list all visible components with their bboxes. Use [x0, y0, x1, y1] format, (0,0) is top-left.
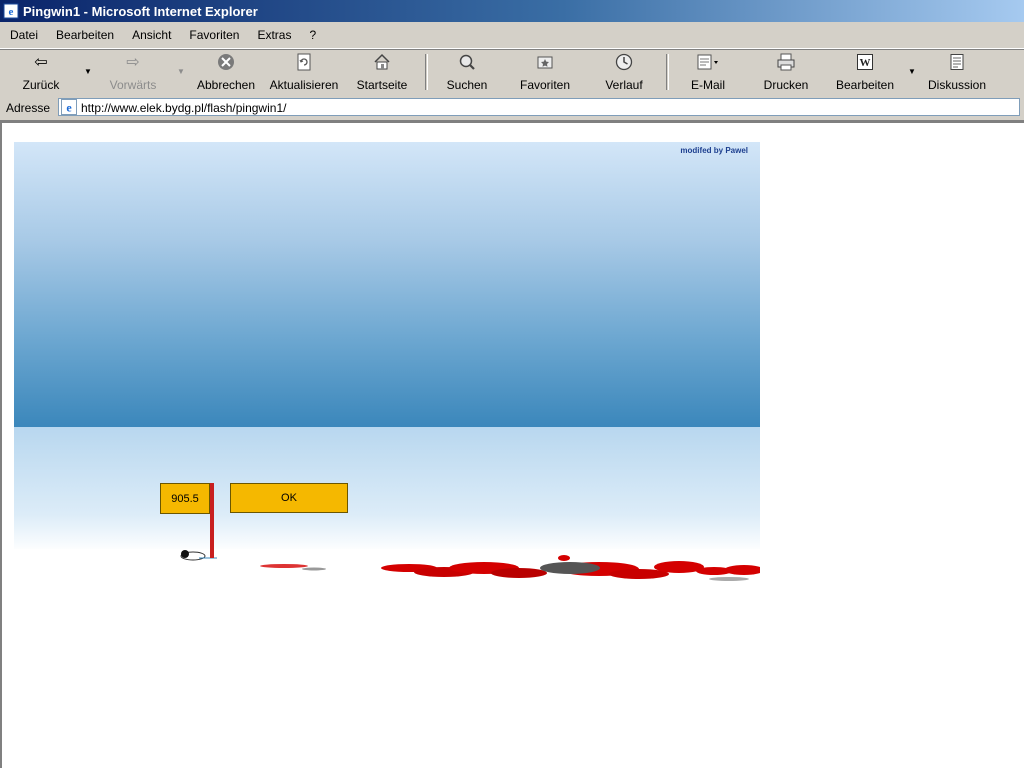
internet-explorer-icon: e — [3, 3, 19, 19]
forward-arrow-icon: ⇨ — [126, 54, 140, 71]
distance-display: 905.5 — [160, 483, 210, 514]
address-label: Adresse — [6, 101, 51, 115]
back-arrow-icon: ⇦ — [34, 54, 48, 71]
menu-bar: Datei Bearbeiten Ansicht Favoriten Extra… — [0, 22, 1024, 49]
discuss-button[interactable]: Diskussion — [924, 53, 990, 93]
game-ice — [14, 427, 760, 552]
toolbar-separator — [666, 54, 669, 90]
credit-text: modifed by Pawel — [680, 146, 748, 155]
search-icon — [440, 53, 494, 73]
edit-button[interactable]: W Bearbeiten — [832, 53, 898, 93]
window-title: Pingwin1 - Microsoft Internet Explorer — [23, 3, 258, 19]
history-icon — [598, 53, 650, 73]
back-button[interactable]: ⇦ Zurück — [14, 53, 68, 93]
svg-text:e: e — [66, 101, 72, 115]
mail-button[interactable]: E-Mail — [684, 53, 732, 93]
discussion-icon — [924, 53, 990, 73]
forward-button[interactable]: ⇨ Vorwärts — [102, 53, 164, 93]
favorites-icon — [514, 53, 576, 73]
address-input[interactable]: e http://www.elek.bydg.pl/flash/pingwin1… — [58, 98, 1020, 116]
page-icon: e — [61, 99, 77, 115]
flash-game[interactable]: modifed by Pawel 905.5 OK — [14, 142, 760, 582]
edit-dropdown-icon[interactable]: ▼ — [908, 67, 916, 76]
refresh-icon — [266, 53, 342, 73]
favorites-button[interactable]: Favoriten — [514, 53, 576, 93]
address-url: http://www.elek.bydg.pl/flash/pingwin1/ — [81, 101, 287, 115]
home-icon — [350, 53, 414, 73]
mail-icon — [684, 53, 732, 73]
menu-file[interactable]: Datei — [0, 28, 47, 42]
svg-text:e: e — [9, 6, 14, 18]
ok-button[interactable]: OK — [230, 483, 348, 513]
toolbar-separator — [425, 54, 428, 90]
toolbar: ⇦ Zurück ▼ ⇨ Vorwärts ▼ Abbrechen Aktual… — [0, 49, 1024, 97]
menu-view[interactable]: Ansicht — [123, 28, 180, 42]
menu-favorites[interactable]: Favoriten — [180, 28, 248, 42]
forward-dropdown-icon[interactable]: ▼ — [177, 67, 185, 76]
menu-tools[interactable]: Extras — [248, 28, 300, 42]
word-document-icon: W — [832, 53, 898, 73]
refresh-button[interactable]: Aktualisieren — [266, 53, 342, 93]
title-bar: e Pingwin1 - Microsoft Internet Explorer — [0, 0, 1024, 22]
home-button[interactable]: Startseite — [350, 53, 414, 93]
history-button[interactable]: Verlauf — [598, 53, 650, 93]
back-dropdown-icon[interactable]: ▼ — [84, 67, 92, 76]
search-button[interactable]: Suchen — [440, 53, 494, 93]
menu-edit[interactable]: Bearbeiten — [47, 28, 123, 42]
stop-icon — [194, 53, 258, 73]
game-sky — [14, 142, 760, 427]
address-bar: Adresse e http://www.elek.bydg.pl/flash/… — [0, 96, 1024, 121]
penguin-remains-icon — [540, 562, 600, 574]
stop-button[interactable]: Abbrechen — [194, 53, 258, 93]
distance-flag-pole — [210, 483, 214, 558]
svg-text:W: W — [860, 57, 871, 69]
print-button[interactable]: Drucken — [758, 53, 814, 93]
printer-icon — [758, 53, 814, 73]
blood-trail — [260, 555, 760, 581]
menu-help[interactable]: ? — [300, 28, 325, 42]
